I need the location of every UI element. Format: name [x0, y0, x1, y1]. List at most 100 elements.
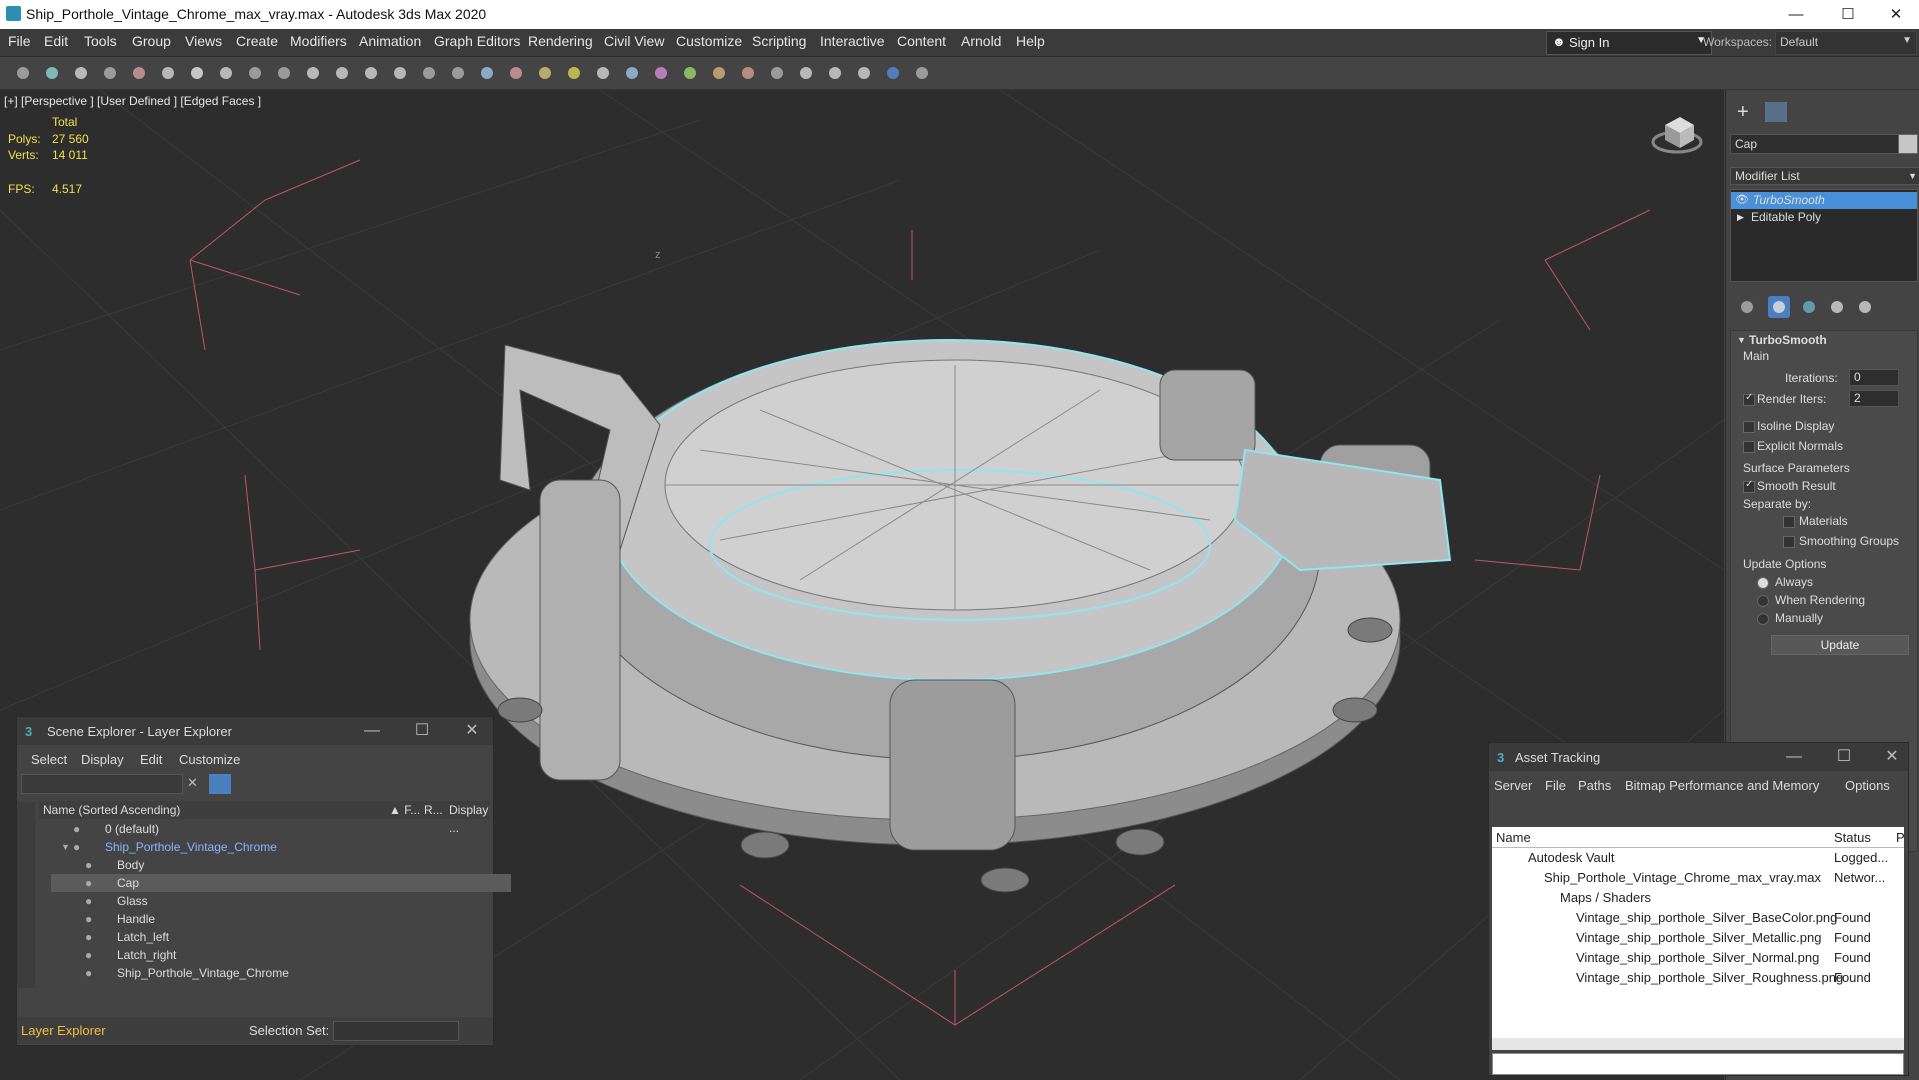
align-icon[interactable] — [650, 62, 672, 84]
window-crossing-icon[interactable] — [273, 62, 295, 84]
isoline-display-checkbox[interactable] — [1743, 421, 1755, 433]
display-tab-icon[interactable] — [1849, 102, 1871, 122]
curve-editor-icon[interactable] — [737, 62, 759, 84]
object-row[interactable]: ● Glass — [51, 892, 511, 910]
menu-views[interactable]: Views — [185, 33, 222, 49]
object-row[interactable]: ● Body — [51, 856, 511, 874]
menu-create[interactable]: Create — [236, 33, 278, 49]
help-icon[interactable] — [911, 62, 933, 84]
filter-icon[interactable] — [209, 774, 231, 794]
at-menu-options[interactable]: Options — [1845, 778, 1890, 793]
menu-modifiers[interactable]: Modifiers — [290, 33, 347, 49]
menu-civil-view[interactable]: Civil View — [604, 33, 664, 49]
expand-arrow-icon[interactable]: ▼ — [61, 838, 70, 856]
eye-icon[interactable]: ● — [85, 946, 92, 964]
show-end-result-icon[interactable] — [1768, 296, 1790, 318]
unlink-icon[interactable] — [99, 62, 121, 84]
rollout-title[interactable]: TurboSmooth — [1749, 333, 1827, 347]
manually-radio[interactable] — [1757, 613, 1769, 625]
angle-snap-icon[interactable] — [505, 62, 527, 84]
always-radio[interactable] — [1757, 577, 1769, 589]
make-unique-icon[interactable] — [1798, 296, 1820, 318]
eye-icon[interactable]: ● — [85, 856, 92, 874]
maximize-button[interactable]: ☐ — [1826, 0, 1870, 29]
rendered-frame-icon[interactable] — [853, 62, 875, 84]
menu-graph-editors[interactable]: Graph Editors — [434, 33, 520, 49]
spinner-snap-icon[interactable] — [563, 62, 585, 84]
scale-icon[interactable] — [360, 62, 382, 84]
utilities-tab-icon[interactable] — [1877, 102, 1899, 122]
asset-row[interactable]: Maps / Shaders — [1492, 888, 1904, 908]
close-button[interactable]: ✕ — [1874, 0, 1918, 29]
menu-file[interactable]: File — [8, 33, 31, 49]
at-menu-file[interactable]: File — [1545, 778, 1566, 793]
se-menu-display[interactable]: Display — [81, 752, 124, 767]
col-renderable[interactable]: R... — [424, 801, 443, 819]
render-iters-spinner[interactable]: 2 — [1849, 390, 1899, 407]
minimize-button[interactable]: — — [357, 717, 387, 745]
asset-path-field[interactable] — [1492, 1053, 1904, 1075]
eye-icon[interactable]: ● — [85, 910, 92, 928]
asset-row[interactable]: Vintage_ship_porthole_Silver_Normal.png F… — [1492, 948, 1904, 968]
col-name[interactable]: Name (Sorted Ascending) — [43, 801, 180, 819]
menu-interactive[interactable]: Interactive — [820, 33, 885, 49]
object-name-field[interactable]: Cap — [1730, 134, 1902, 154]
motion-tab-icon[interactable] — [1821, 102, 1843, 122]
move-icon[interactable] — [302, 62, 324, 84]
minimize-button[interactable]: — — [1774, 0, 1818, 29]
col-name[interactable]: Name — [1496, 830, 1531, 845]
bind-space-warp-icon[interactable] — [128, 62, 150, 84]
select-object-icon[interactable] — [186, 62, 208, 84]
object-row[interactable]: ● Ship_Porthole_Vintage_Chrome — [51, 964, 511, 982]
eye-icon[interactable]: ● — [85, 874, 92, 892]
update-button[interactable]: Update — [1771, 635, 1909, 655]
schematic-view-icon[interactable] — [766, 62, 788, 84]
menu-customize[interactable]: Customize — [676, 33, 742, 49]
ref-coord-icon[interactable] — [418, 62, 440, 84]
clear-search-icon[interactable]: ✕ — [187, 775, 198, 791]
iterations-spinner[interactable]: 0 — [1849, 369, 1899, 386]
horizontal-scrollbar[interactable] — [1492, 1038, 1904, 1050]
expand-arrow-icon[interactable]: ▶ — [1737, 209, 1744, 226]
selection-filter-icon[interactable] — [157, 62, 179, 84]
object-row[interactable]: ● Cap — [51, 874, 511, 892]
stack-item-editable-poly[interactable]: ▶ Editable Poly — [1731, 209, 1917, 226]
smoothing-groups-checkbox[interactable] — [1783, 536, 1795, 548]
collapse-arrow-icon[interactable]: ▼ — [1737, 335, 1746, 345]
rotate-icon[interactable] — [331, 62, 353, 84]
eye-icon[interactable]: ● — [73, 838, 80, 856]
hierarchy-tab-icon[interactable] — [1793, 102, 1815, 122]
asset-tracking-titlebar[interactable]: 3 Asset Tracking — ☐ ✕ — [1489, 743, 1908, 771]
object-row[interactable]: ● Handle — [51, 910, 511, 928]
asset-row[interactable]: Vintage_ship_porthole_Silver_BaseColor.p… — [1492, 908, 1904, 928]
selection-set-dropdown[interactable] — [333, 1021, 459, 1041]
menu-rendering[interactable]: Rendering — [528, 33, 593, 49]
col-frozen[interactable]: ▲ F... — [389, 801, 420, 819]
close-button[interactable]: ✕ — [457, 717, 487, 745]
select-by-name-icon[interactable] — [215, 62, 237, 84]
asset-row[interactable]: Vintage_ship_porthole_Silver_Roughness.p… — [1492, 968, 1904, 988]
layer-explorer-label[interactable]: Layer Explorer — [21, 1023, 106, 1038]
sign-in-dropdown[interactable]: ☻ Sign In ▼ — [1546, 31, 1712, 55]
menu-content[interactable]: Content — [897, 33, 946, 49]
smooth-result-checkbox[interactable]: ✓ — [1743, 479, 1755, 493]
menu-group[interactable]: Group — [132, 33, 171, 49]
workspace-select[interactable]: Default ▼ — [1775, 31, 1917, 55]
eye-icon[interactable]: ● — [73, 820, 80, 838]
at-menu-paths[interactable]: Paths — [1578, 778, 1611, 793]
se-menu-edit[interactable]: Edit — [140, 752, 162, 767]
menu-scripting[interactable]: Scripting — [752, 33, 806, 49]
render-iters-checkbox[interactable]: ✓ — [1743, 392, 1755, 406]
asset-row[interactable]: Ship_Porthole_Vintage_Chrome_max_vray.ma… — [1492, 868, 1904, 888]
viewcube-icon[interactable] — [1651, 117, 1703, 154]
at-menu-bitmap-performance[interactable]: Bitmap Performance and Memory — [1625, 778, 1819, 793]
eye-icon[interactable]: ● — [85, 928, 92, 946]
pivot-icon[interactable] — [447, 62, 469, 84]
minimize-button[interactable]: — — [1779, 743, 1809, 771]
layer-manager-icon[interactable] — [679, 62, 701, 84]
percent-snap-icon[interactable] — [534, 62, 556, 84]
snaps-icon[interactable] — [476, 62, 498, 84]
explicit-normals-checkbox[interactable] — [1743, 441, 1755, 453]
remove-modifier-icon[interactable] — [1826, 296, 1848, 318]
eye-icon[interactable]: ● — [85, 892, 92, 910]
